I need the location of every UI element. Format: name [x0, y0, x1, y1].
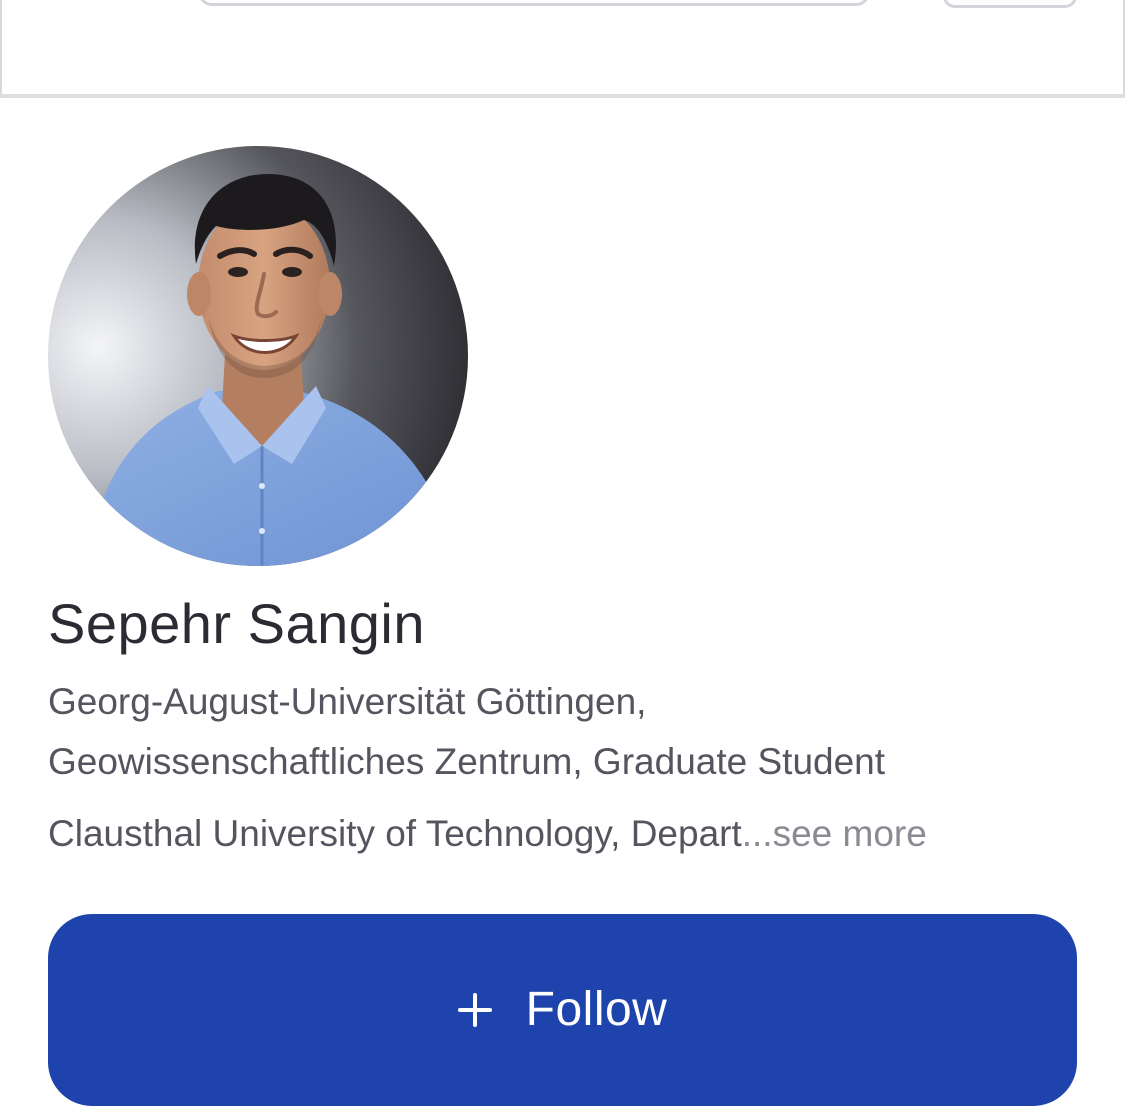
search-field[interactable] [198, 0, 870, 6]
plus-icon [457, 993, 492, 1027]
top-bar [0, 0, 1125, 98]
see-more-link[interactable]: see more [773, 813, 927, 854]
affiliation-line-2: Geowissenschaftliches Zentrum, Graduate … [48, 741, 886, 782]
follow-button-content: Follow [457, 980, 668, 1040]
affiliation-line-3: Clausthal University of Technology, Depa… [48, 804, 927, 864]
profile-name: Sepehr Sangin [48, 592, 426, 655]
avatar [48, 146, 468, 566]
follow-button-label: Follow [525, 983, 668, 1036]
follow-button[interactable]: Follow [48, 914, 1077, 1106]
affiliation-line-1: Georg-August-Universität Göttingen, [48, 681, 647, 722]
profile-photo [48, 146, 468, 566]
top-bar-button[interactable] [943, 0, 1077, 8]
truncation-ellipsis: ... [741, 813, 773, 854]
affiliation-line-3-text: Clausthal University of Technology, Depa… [48, 813, 742, 854]
